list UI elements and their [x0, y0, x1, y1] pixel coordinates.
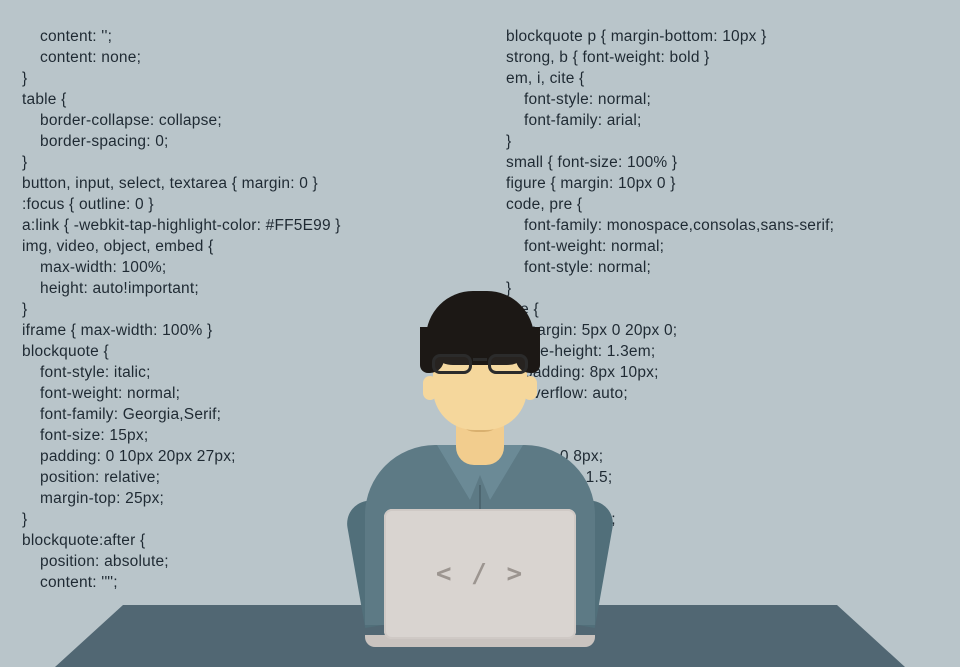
lens-right	[488, 354, 528, 374]
laptop-back: < / >	[384, 509, 576, 639]
glasses-bridge	[473, 358, 487, 361]
glasses-icon	[432, 353, 528, 375]
ear-right	[523, 376, 537, 400]
ear-left	[423, 376, 437, 400]
code-icon: < / >	[436, 559, 524, 589]
lens-left	[432, 354, 472, 374]
